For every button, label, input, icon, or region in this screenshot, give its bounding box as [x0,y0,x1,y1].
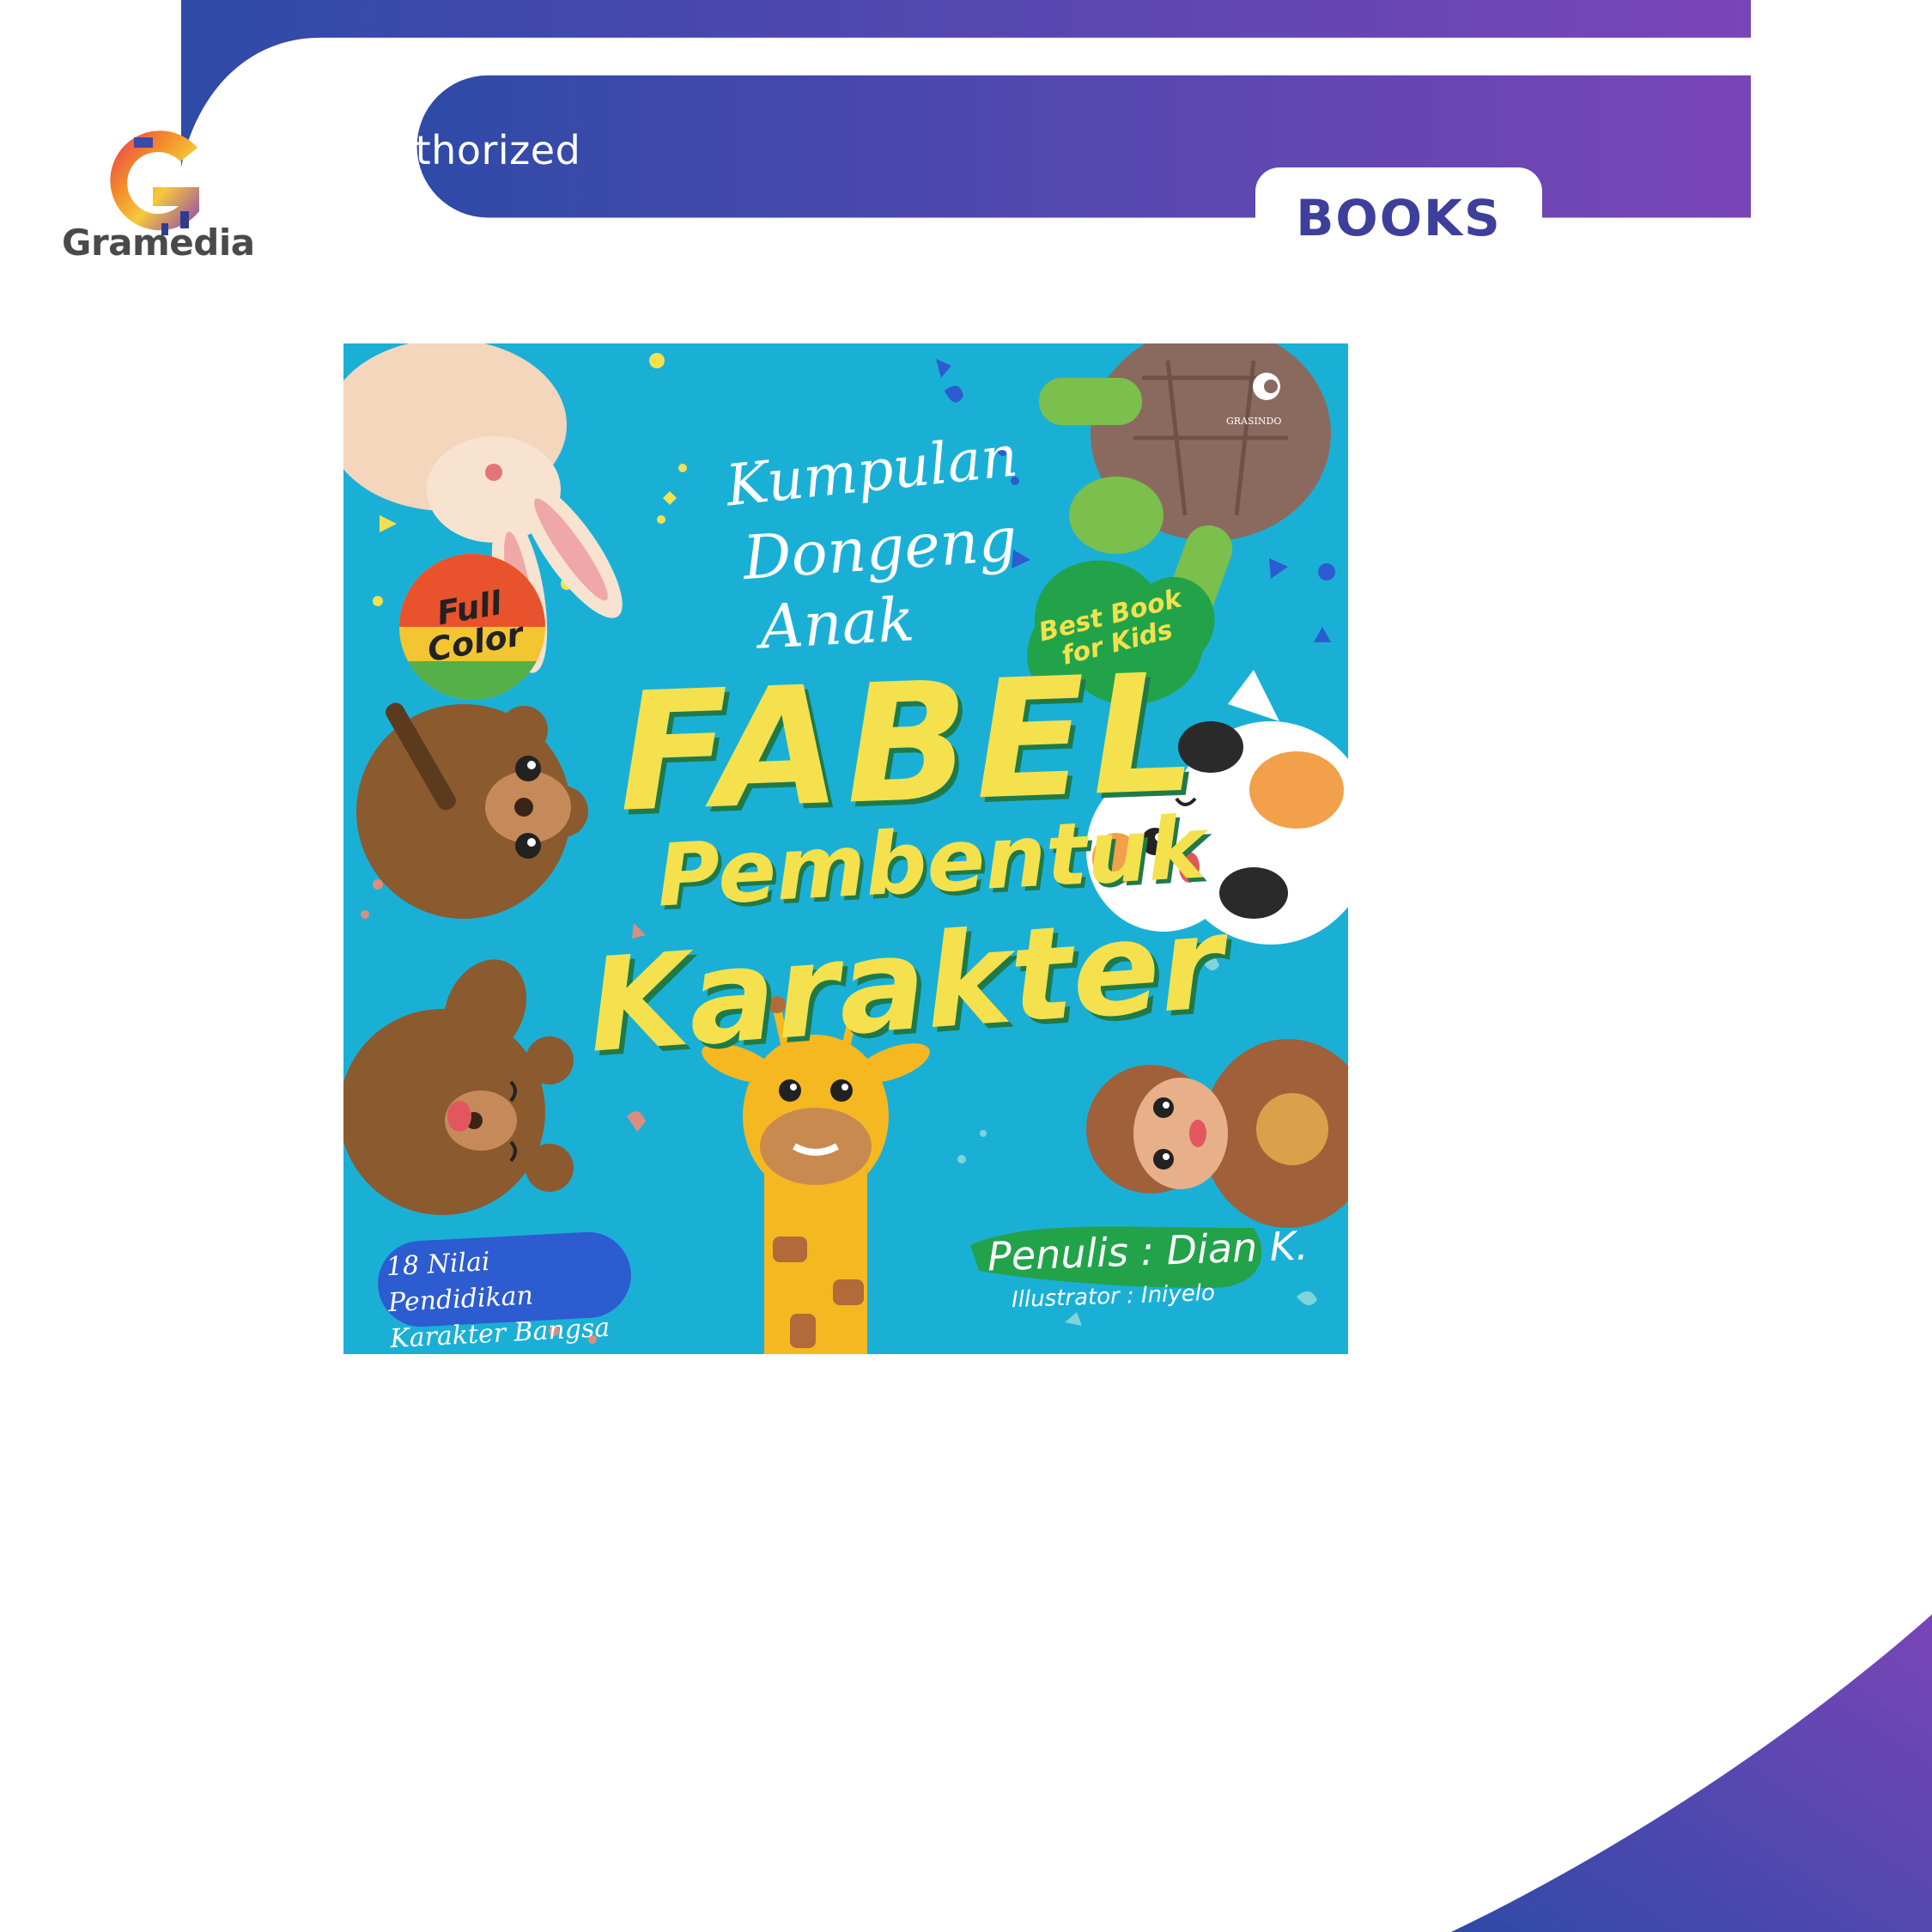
books-tab-label: BOOKS [1296,189,1502,247]
books-category-tab[interactable]: BOOKS [1255,167,1542,269]
book-cover-image[interactable]: GRASINDO Kumpulan Dongeng Anak FABEL Pem… [343,343,1348,1354]
tagline-pill: 18 Nilai Pendidikan Karakter Bangsa [386,1246,611,1354]
header-banner [180,0,1752,218]
publisher-label: GRASINDO [1226,416,1282,427]
authorized-label: Authorized [362,127,581,173]
gramedia-wordmark[interactable]: Gramedia [62,222,255,264]
